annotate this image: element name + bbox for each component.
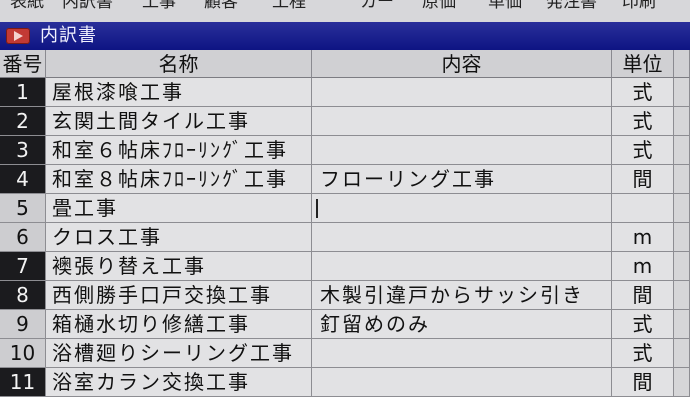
column-header-unit[interactable]: 単位 <box>612 50 674 78</box>
unit-cell[interactable] <box>612 194 674 223</box>
name-cell[interactable]: 和室６帖床ﾌﾛｰﾘﾝｸﾞ工事 <box>46 136 312 165</box>
table-row[interactable]: 6 クロス工事 m <box>0 223 690 252</box>
unit-cell[interactable]: m <box>612 252 674 281</box>
window-title-bar[interactable]: 内訳書 <box>0 22 690 50</box>
description-cell[interactable]: 釘留めのみ <box>312 310 612 339</box>
unit-cell[interactable]: m <box>612 223 674 252</box>
name-cell[interactable]: 屋根漆喰工事 <box>46 78 312 107</box>
name-cell[interactable]: 西側勝手口戸交換工事 <box>46 281 312 310</box>
table-header: 番号 名称 内容 単位 <box>0 50 690 78</box>
unit-cell[interactable]: 式 <box>612 339 674 368</box>
row-edge <box>674 368 690 397</box>
table-row[interactable]: 9 箱樋水切り修繕工事 釘留めのみ式 <box>0 310 690 339</box>
menu-item-customer[interactable]: 顧客 <box>204 0 238 13</box>
table-row[interactable]: 10 浴槽廻りシーリング工事 式 <box>0 339 690 368</box>
unit-cell[interactable]: 式 <box>612 107 674 136</box>
row-number-cell[interactable]: 10 <box>0 339 46 368</box>
table-row[interactable]: 8 西側勝手口戸交換工事 木製引違戸からサッシ引き間 <box>0 281 690 310</box>
row-edge <box>674 107 690 136</box>
row-number-cell[interactable]: 8 <box>0 281 46 310</box>
window-title: 内訳書 <box>40 25 97 46</box>
unit-cell[interactable]: 式 <box>612 310 674 339</box>
table-row[interactable]: 4 和室８帖床ﾌﾛｰﾘﾝｸﾞ工事 フローリング工事間 <box>0 165 690 194</box>
unit-cell[interactable]: 間 <box>612 165 674 194</box>
unit-cell[interactable]: 式 <box>612 136 674 165</box>
table-row[interactable]: 7 襖張り替え工事 m <box>0 252 690 281</box>
row-edge <box>674 339 690 368</box>
description-cell[interactable] <box>312 194 612 223</box>
row-number-cell[interactable]: 2 <box>0 107 46 136</box>
app-icon <box>6 28 30 44</box>
column-header-edge <box>674 50 690 78</box>
row-number-cell[interactable]: 11 <box>0 368 46 397</box>
description-cell[interactable] <box>312 252 612 281</box>
column-header-no[interactable]: 番号 <box>0 50 46 78</box>
column-header-desc[interactable]: 内容 <box>312 50 612 78</box>
menu-item-construction[interactable]: 工事 <box>142 0 176 13</box>
row-number-cell[interactable]: 6 <box>0 223 46 252</box>
unit-cell[interactable]: 式 <box>612 78 674 107</box>
row-number-cell[interactable]: 4 <box>0 165 46 194</box>
description-cell[interactable]: フローリング工事 <box>312 165 612 194</box>
row-edge <box>674 194 690 223</box>
row-edge <box>674 281 690 310</box>
menu-item-order[interactable]: 発注書 <box>546 0 597 13</box>
row-number-cell[interactable]: 5 <box>0 194 46 223</box>
description-cell[interactable] <box>312 368 612 397</box>
menu-item-cover[interactable]: 表紙 <box>10 0 44 13</box>
table-row[interactable]: 2 玄関土間タイル工事 式 <box>0 107 690 136</box>
table-row[interactable]: 3 和室６帖床ﾌﾛｰﾘﾝｸﾞ工事 式 <box>0 136 690 165</box>
row-edge <box>674 165 690 194</box>
row-number-cell[interactable]: 1 <box>0 78 46 107</box>
row-edge <box>674 252 690 281</box>
description-cell[interactable] <box>312 223 612 252</box>
row-edge <box>674 136 690 165</box>
row-edge <box>674 310 690 339</box>
name-cell[interactable]: 玄関土間タイル工事 <box>46 107 312 136</box>
menu-bar: 表紙 内訳書 工事 顧客 工程 カー 原価 単価 発注書 印刷 <box>0 0 690 23</box>
table-row[interactable]: 1 屋根漆喰工事 式 <box>0 78 690 107</box>
name-cell[interactable]: 和室８帖床ﾌﾛｰﾘﾝｸﾞ工事 <box>46 165 312 194</box>
row-edge <box>674 78 690 107</box>
column-header-name[interactable]: 名称 <box>46 50 312 78</box>
table-row[interactable]: 5 畳工事 <box>0 194 690 223</box>
name-cell[interactable]: 浴槽廻りシーリング工事 <box>46 339 312 368</box>
unit-cell[interactable]: 間 <box>612 368 674 397</box>
row-number-cell[interactable]: 7 <box>0 252 46 281</box>
description-cell[interactable] <box>312 107 612 136</box>
name-cell[interactable]: 襖張り替え工事 <box>46 252 312 281</box>
menu-item-unit-price[interactable]: 単価 <box>488 0 522 13</box>
unit-cell[interactable]: 間 <box>612 281 674 310</box>
menu-item-breakdown[interactable]: 内訳書 <box>62 0 113 13</box>
name-cell[interactable]: 畳工事 <box>46 194 312 223</box>
description-cell[interactable] <box>312 78 612 107</box>
name-cell[interactable]: 浴室カラン交換工事 <box>46 368 312 397</box>
row-number-cell[interactable]: 9 <box>0 310 46 339</box>
menu-item-maker[interactable]: カー <box>360 0 394 13</box>
text-caret <box>316 199 318 218</box>
table-row[interactable]: 11 浴室カラン交換工事 間 <box>0 368 690 397</box>
description-cell[interactable]: 木製引違戸からサッシ引き <box>312 281 612 310</box>
name-cell[interactable]: クロス工事 <box>46 223 312 252</box>
row-edge <box>674 223 690 252</box>
description-cell[interactable] <box>312 136 612 165</box>
menu-item-process[interactable]: 工程 <box>272 0 306 13</box>
menu-item-cost[interactable]: 原価 <box>422 0 456 13</box>
row-number-cell[interactable]: 3 <box>0 136 46 165</box>
menu-item-print[interactable]: 印刷 <box>622 0 656 13</box>
description-cell[interactable] <box>312 339 612 368</box>
name-cell[interactable]: 箱樋水切り修繕工事 <box>46 310 312 339</box>
